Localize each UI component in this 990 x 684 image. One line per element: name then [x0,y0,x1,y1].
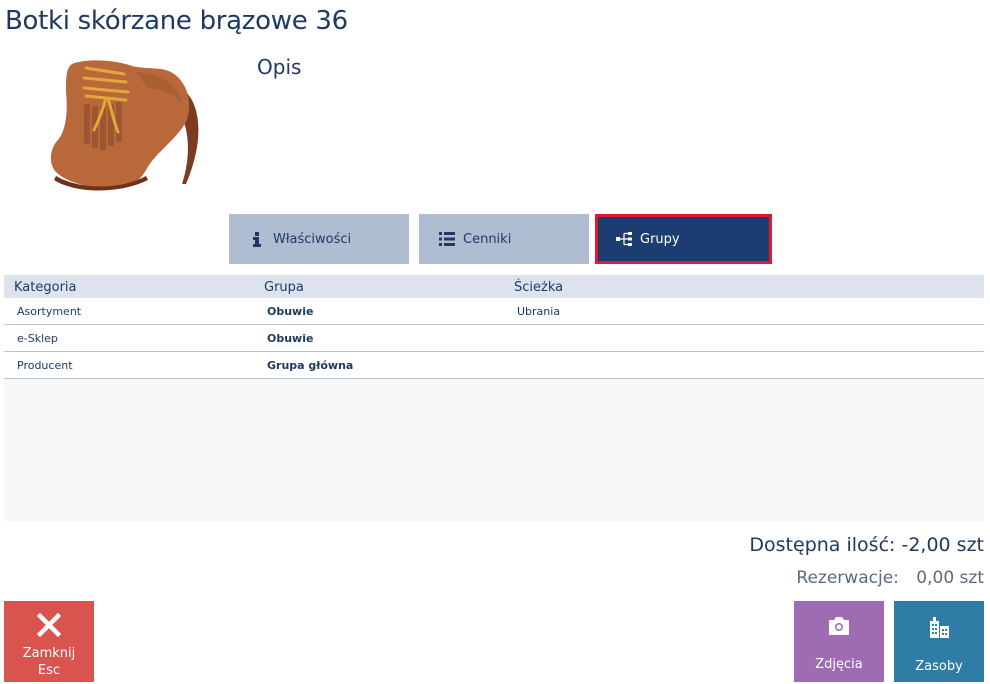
resources-label: Zasoby [915,659,963,674]
cell-grupa: Grupa główna [267,358,354,372]
reservations-label: Rezerwacje: [796,568,899,588]
tab-grupy[interactable]: Grupy [595,214,772,264]
column-header-sciezka[interactable]: Ścieżka [504,280,984,298]
close-icon [36,612,62,641]
table-row[interactable]: Asortyment Obuwie Ubrania [4,298,984,325]
tab-wlasciwosci[interactable]: Właściwości [229,214,409,264]
cell-kategoria: Producent [17,358,73,372]
close-label: Zamknij [22,646,76,661]
cell-grupa: Obuwie [267,304,314,318]
column-header-kategoria[interactable]: Kategoria [4,280,254,298]
hierarchy-icon [616,231,632,247]
reservations: Rezerwacje: 0,00 szt [796,568,984,588]
camera-icon [827,615,851,641]
table-row[interactable]: Producent Grupa główna [4,352,984,379]
column-header-grupa[interactable]: Grupa [254,280,504,298]
available-label: Dostępna ilość: [749,534,896,556]
reservations-value: 0,00 szt [916,568,984,588]
tab-label: Cenniki [463,231,512,247]
buildings-icon [927,615,951,643]
close-shortcut: Esc [37,663,61,678]
available-quantity: Dostępna ilość: -2,00 szt [749,534,984,556]
table-row[interactable]: e-Sklep Obuwie [4,325,984,352]
table-header: Kategoria Grupa Ścieżka [4,275,984,298]
tab-cenniki[interactable]: Cenniki [419,214,589,264]
cell-sciezka: Ubrania [517,304,561,318]
page-title: Botki skórzane brązowe 36 [5,6,348,36]
groups-table: Kategoria Grupa Ścieżka Asortyment Obuwi… [4,275,984,521]
info-icon [249,231,265,247]
cell-grupa: Obuwie [267,331,314,345]
list-icon [439,231,455,247]
cell-kategoria: e-Sklep [17,331,58,345]
description-label: Opis [257,55,302,79]
photos-button[interactable]: Zdjęcia [794,601,884,682]
tab-label: Właściwości [273,231,352,247]
product-image [36,52,214,198]
tab-label: Grupy [640,231,680,247]
resources-button[interactable]: Zasoby [894,601,984,682]
close-button[interactable]: Zamknij Esc [4,601,94,682]
available-value: -2,00 szt [901,534,984,556]
cell-kategoria: Asortyment [17,304,82,318]
photos-label: Zdjęcia [815,657,863,672]
